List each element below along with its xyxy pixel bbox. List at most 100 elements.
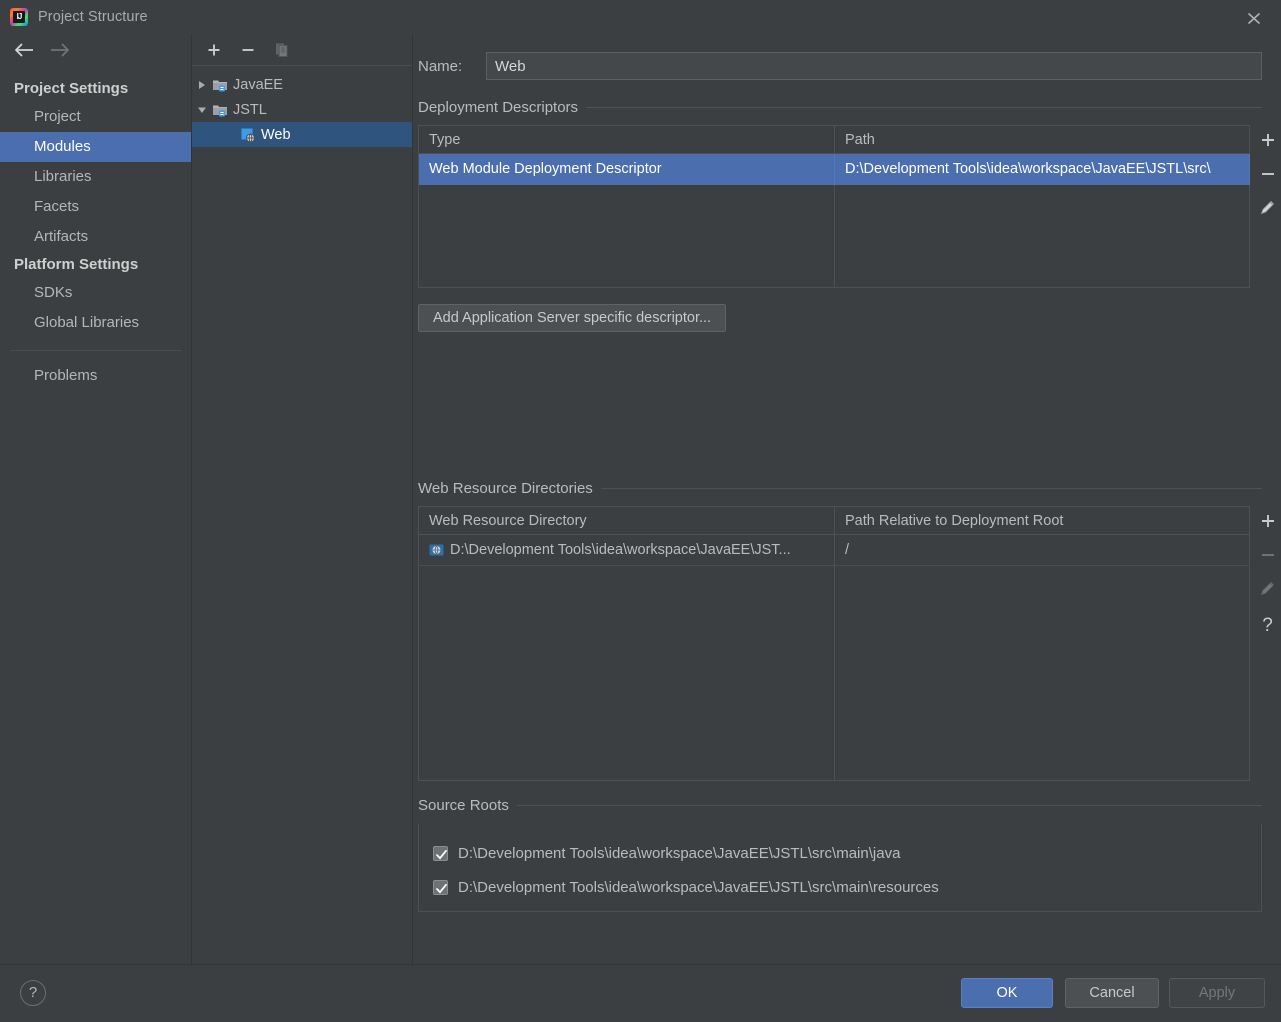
deployment-descriptors-table-wrap: Type Path Web Module Deployment Descript… [418, 125, 1281, 288]
section-divider-line [600, 487, 1262, 489]
folder-web-icon [429, 543, 444, 557]
table-empty-area [418, 565, 1250, 781]
plus-icon [1260, 513, 1276, 534]
remove-web-resource-button [1254, 540, 1281, 574]
add-application-server-descriptor-button[interactable]: Add Application Server specific descript… [418, 304, 727, 332]
deployment-descriptors-header: Deployment Descriptors [418, 97, 1262, 117]
close-icon[interactable] [1243, 8, 1265, 28]
section-divider-line [586, 106, 1262, 108]
empty-cell [418, 184, 835, 288]
module-icon [212, 77, 228, 93]
sidebar-item-libraries[interactable]: Libraries [0, 162, 192, 192]
sidebar-item-artifacts[interactable]: Artifacts [0, 222, 192, 252]
web-facet-icon [240, 127, 256, 143]
module-settings-content: Name: Deployment Descriptors Type Path W… [413, 34, 1281, 964]
sidebar-group-platform-settings: Platform Settings [14, 256, 139, 273]
add-web-resource-button[interactable] [1254, 506, 1281, 540]
sidebar-item-modules[interactable]: Modules [0, 132, 192, 162]
chevron-right-icon[interactable] [192, 80, 212, 90]
module-tree-panel: JavaEE JSTL Web [192, 34, 412, 964]
web-resource-directories-actions: ? [1250, 506, 1281, 642]
empty-cell [418, 565, 835, 781]
web-resource-directories-header: Web Resource Directories [418, 478, 1262, 498]
sidebar-item-facets[interactable]: Facets [0, 192, 192, 222]
pencil-icon [1259, 580, 1276, 602]
sidebar-item-project[interactable]: Project [0, 102, 192, 132]
web-resource-directories-table: Web Resource Directory Path Relative to … [418, 506, 1250, 781]
tree-node-label: JavaEE [233, 76, 283, 93]
source-root-label: D:\Development Tools\idea\workspace\Java… [458, 844, 901, 862]
checkbox-checked-icon[interactable] [433, 845, 448, 861]
module-name-label: Name: [418, 57, 463, 75]
table-header-row: Web Resource Directory Path Relative to … [418, 506, 1250, 535]
sidebar-item-global-libraries[interactable]: Global Libraries [0, 308, 192, 338]
logo-text: IJ [16, 12, 23, 21]
settings-sidebar: Project Settings Project Modules Librari… [0, 34, 192, 964]
minus-icon [1260, 547, 1276, 568]
tree-node-jstl[interactable]: JSTL [192, 97, 412, 122]
web-resource-directories-table-wrap: Web Resource Directory Path Relative to … [418, 506, 1281, 781]
window-title: Project Structure [38, 9, 148, 25]
minus-icon[interactable] [238, 40, 258, 60]
sidebar-list: Project Settings Project Modules Librari… [0, 66, 192, 391]
cell-descriptor-type: Web Module Deployment Descriptor [418, 153, 835, 185]
help-button[interactable]: ? [20, 980, 46, 1006]
source-root-item[interactable]: D:\Development Tools\idea\workspace\Java… [433, 836, 1261, 870]
column-header-relative-path[interactable]: Path Relative to Deployment Root [834, 506, 1250, 535]
source-root-label: D:\Development Tools\idea\workspace\Java… [458, 878, 939, 896]
table-row[interactable]: D:\Development Tools\idea\workspace\Java… [418, 534, 1250, 566]
edit-descriptor-button[interactable] [1254, 193, 1281, 227]
question-icon: ? [1262, 614, 1273, 636]
tree-node-javaee[interactable]: JavaEE [192, 72, 412, 97]
copy-icon [272, 40, 292, 60]
table-row[interactable]: Web Module Deployment Descriptor D:\Deve… [418, 153, 1250, 185]
deployment-descriptors-table: Type Path Web Module Deployment Descript… [418, 125, 1250, 288]
source-roots-title: Source Roots [418, 796, 509, 814]
arrow-left-icon[interactable] [8, 37, 42, 63]
tree-node-label: JSTL [233, 101, 267, 118]
module-tree: JavaEE JSTL Web [192, 66, 412, 147]
source-root-item[interactable]: D:\Development Tools\idea\workspace\Java… [433, 870, 1261, 904]
module-tree-toolbar [192, 34, 412, 65]
edit-web-resource-button [1254, 574, 1281, 608]
cell-descriptor-path: D:\Development Tools\idea\workspace\Java… [834, 153, 1250, 185]
cancel-button[interactable]: Cancel [1065, 978, 1159, 1008]
column-header-type[interactable]: Type [418, 125, 835, 154]
pencil-icon [1259, 199, 1276, 221]
sidebar-group-project-settings: Project Settings [14, 80, 129, 97]
empty-cell [835, 566, 1250, 781]
module-name-row: Name: [418, 51, 1281, 81]
section-divider-line [516, 804, 1262, 806]
module-name-input[interactable] [486, 52, 1262, 80]
title-bar: IJ Project Structure [0, 0, 1281, 34]
tree-node-web[interactable]: Web [192, 122, 412, 147]
sidebar-item-sdks[interactable]: SDKs [0, 278, 192, 308]
table-empty-area [418, 184, 1250, 288]
sidebar-divider [10, 350, 182, 351]
remove-descriptor-button[interactable] [1254, 159, 1281, 193]
plus-icon [1260, 132, 1276, 153]
cell-relative-path: / [834, 534, 1250, 566]
chevron-down-icon[interactable] [192, 105, 212, 115]
navigation-bar [0, 34, 192, 66]
sidebar-item-problems[interactable]: Problems [0, 361, 192, 391]
deployment-descriptors-title: Deployment Descriptors [418, 98, 579, 116]
apply-button: Apply [1169, 978, 1265, 1008]
tree-node-label: Web [261, 126, 291, 143]
web-resource-help-button[interactable]: ? [1254, 608, 1281, 642]
deployment-descriptors-actions [1250, 125, 1281, 227]
empty-cell [835, 185, 1250, 288]
table-header-row: Type Path [418, 125, 1250, 154]
module-icon [212, 102, 228, 118]
column-header-path[interactable]: Path [834, 125, 1250, 154]
intellij-idea-logo-icon: IJ [10, 8, 28, 26]
ok-button[interactable]: OK [961, 978, 1053, 1008]
source-roots-list: D:\Development Tools\idea\workspace\Java… [418, 824, 1262, 912]
minus-icon [1260, 166, 1276, 187]
checkbox-checked-icon[interactable] [433, 879, 448, 895]
add-descriptor-button[interactable] [1254, 125, 1281, 159]
web-resource-directories-title: Web Resource Directories [418, 479, 593, 497]
plus-icon[interactable] [204, 40, 224, 60]
cell-web-resource-directory: D:\Development Tools\idea\workspace\Java… [418, 534, 835, 566]
column-header-web-resource-directory[interactable]: Web Resource Directory [418, 506, 835, 535]
